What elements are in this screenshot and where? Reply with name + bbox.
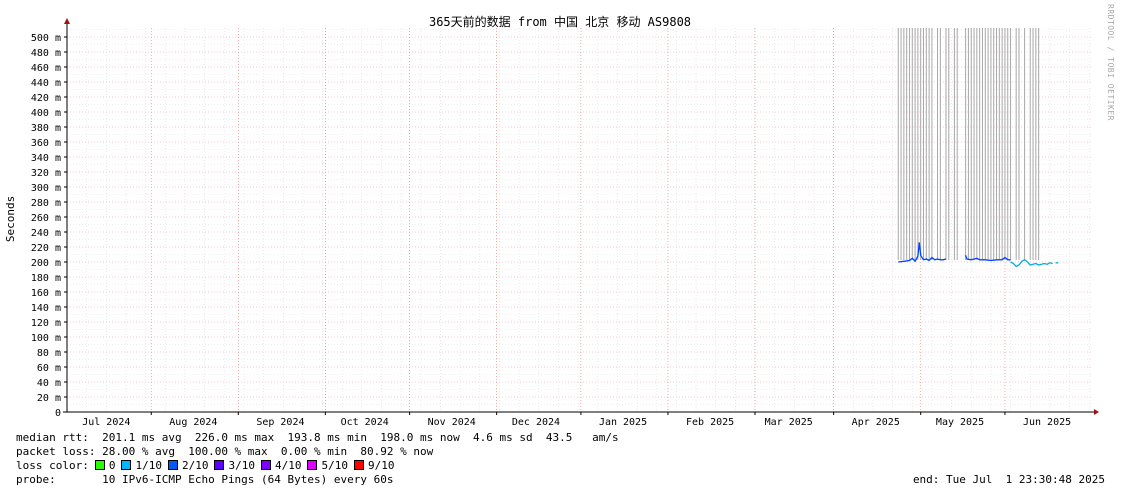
y-tick-label: 420 m bbox=[31, 93, 61, 104]
x-axis-arrow bbox=[1094, 409, 1099, 415]
rtt-line bbox=[1010, 259, 1053, 268]
loss-color-swatch bbox=[121, 460, 132, 470]
y-tick-label: 80 m bbox=[37, 348, 61, 359]
chart-title: 365天前的数据 from 中国 北京 移动 AS9808 bbox=[429, 14, 691, 29]
y-tick-label: 360 m bbox=[31, 138, 61, 149]
y-tick-label: 500 m bbox=[31, 33, 61, 44]
packet-loss-row: packet loss: 28.00 % avg 100.00 % max 0.… bbox=[16, 445, 433, 458]
loss-color-swatch-label: 2/10 bbox=[181, 459, 209, 472]
y-tick-label: 300 m bbox=[31, 183, 61, 194]
y-tick-label: 340 m bbox=[31, 153, 61, 164]
rtt-chart: 0 20 m 40 m 60 m 80 m 100 m 120 m 140 m 160 m 180… bbox=[4, 14, 1099, 428]
loss-color-swatch bbox=[94, 460, 105, 470]
loss-spikes bbox=[897, 28, 1040, 260]
y-tick-label: 260 m bbox=[31, 213, 61, 224]
end-time: end: Tue Jul 1 23:30:48 2025 bbox=[912, 473, 1105, 486]
loss-color-swatch-label: 1/10 bbox=[135, 459, 162, 472]
packet-loss-values: 28.00 % avg 100.00 % max 0.00 % min 80.9… bbox=[102, 445, 434, 458]
loss-color-row: loss color: 0 1/10 2/10 3/10 4/10 5/10 9/10 bbox=[16, 459, 394, 472]
x-tick-label: Sep 2024 bbox=[256, 417, 304, 428]
loss-color-swatch-label: 5/10 bbox=[321, 459, 348, 472]
x-tick-label: Aug 2024 bbox=[169, 417, 217, 428]
y-tick-label: 40 m bbox=[37, 378, 61, 389]
y-tick-label: 160 m bbox=[31, 288, 61, 299]
loss-color-swatch bbox=[353, 460, 364, 470]
loss-color-swatch bbox=[167, 460, 178, 470]
loss-color-swatches: 0 1/10 2/10 3/10 4/10 5/10 9/10 bbox=[89, 459, 395, 472]
x-tick-label: Jul 2024 bbox=[82, 417, 130, 428]
median-rtt-row: median rtt: 201.1 ms avg 226.0 ms max 19… bbox=[16, 431, 619, 444]
x-tick-label: Mar 2025 bbox=[765, 417, 813, 428]
x-tick-label: Jun 2025 bbox=[1023, 417, 1071, 428]
loss-color-swatch-label: 3/10 bbox=[228, 459, 255, 472]
loss-color-swatch-label: 0 bbox=[108, 459, 116, 472]
packet-loss-label: packet loss: bbox=[16, 445, 96, 458]
median-rtt-label: median rtt: bbox=[16, 431, 89, 444]
y-tick-label: 100 m bbox=[31, 333, 61, 344]
y-tick-label: 140 m bbox=[31, 303, 61, 314]
probe-row: probe: 10 IPv6-ICMP Echo Pings (64 Bytes… bbox=[16, 473, 394, 486]
loss-color-swatch bbox=[260, 460, 271, 470]
y-tick-label: 380 m bbox=[31, 123, 61, 134]
y-tick-label: 240 m bbox=[31, 228, 61, 239]
y-tick-label: 220 m bbox=[31, 243, 61, 254]
y-tick-label: 120 m bbox=[31, 318, 61, 329]
probe-label: probe: bbox=[16, 473, 56, 486]
median-rtt-values: 201.1 ms avg 226.0 ms max 193.8 ms min 1… bbox=[102, 431, 619, 444]
probe-value: 10 IPv6-ICMP Echo Pings (64 Bytes) every… bbox=[102, 473, 394, 486]
grid bbox=[67, 28, 1092, 412]
y-tick-label: 60 m bbox=[37, 363, 61, 374]
loss-color-label: loss color: bbox=[16, 459, 89, 472]
y-tick-label: 280 m bbox=[31, 198, 61, 209]
y-tick-label: 400 m bbox=[31, 108, 61, 119]
loss-color-swatch bbox=[307, 460, 318, 470]
x-tick-label: Dec 2024 bbox=[512, 417, 560, 428]
rtt-line bbox=[898, 242, 947, 263]
loss-color-swatch-label: 4/10 bbox=[274, 459, 302, 472]
x-tick-label: May 2025 bbox=[936, 417, 984, 428]
watermark: RRDTOOL / TOBI OETIKER bbox=[1106, 4, 1115, 121]
y-tick-label: 20 m bbox=[37, 393, 61, 404]
x-tick-label: Oct 2024 bbox=[341, 417, 389, 428]
x-tick-label: Apr 2025 bbox=[852, 417, 900, 428]
y-tick-label: 440 m bbox=[31, 78, 61, 89]
y-tick-label: 320 m bbox=[31, 168, 61, 179]
y-axis-arrow bbox=[64, 18, 70, 24]
y-tick-label: 180 m bbox=[31, 273, 61, 284]
y-tick-label: 460 m bbox=[31, 63, 61, 74]
y-tick-label: 200 m bbox=[31, 258, 61, 269]
loss-color-swatch bbox=[214, 460, 225, 470]
y-tick-label: 480 m bbox=[31, 48, 61, 59]
loss-color-swatch-label: 9/10 bbox=[367, 459, 395, 472]
x-tick-label: Jan 2025 bbox=[599, 417, 647, 428]
y-tick-label: 0 bbox=[55, 408, 61, 419]
y-axis-label: Seconds bbox=[4, 196, 17, 242]
x-tick-label: Nov 2024 bbox=[428, 417, 476, 428]
x-tick-label: Feb 2025 bbox=[686, 417, 734, 428]
